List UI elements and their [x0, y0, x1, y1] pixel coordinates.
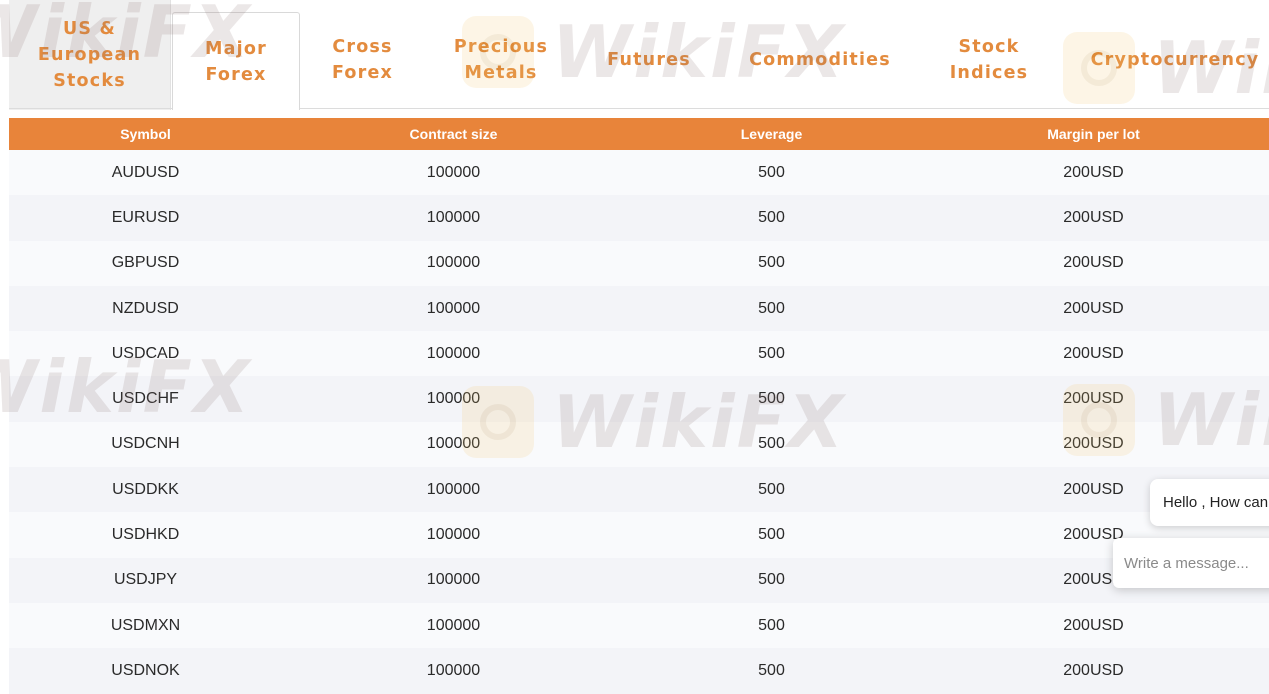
cell-margin-per-lot: 200USD — [1063, 208, 1124, 226]
cell-symbol: GBPUSD — [111, 254, 180, 272]
cell-leverage: 500 — [758, 163, 785, 181]
cell-symbol: USDMXN — [110, 616, 181, 634]
cell-symbol: NZDUSD — [112, 299, 179, 317]
table-body: AUDUSD 100000 500 200USD EURUSD 100000 500 200U… — [9, 150, 1269, 694]
cell-contract-size: 100000 — [426, 526, 481, 544]
cell-contract-size: 100000 — [426, 344, 481, 362]
cell-contract-size: 100000 — [426, 480, 481, 498]
cell-leverage: 500 — [758, 480, 785, 498]
header-margin-per-lot: Margin per lot — [1047, 126, 1140, 142]
cell-contract-size: 100000 — [426, 571, 481, 589]
cell-symbol: AUDUSD — [111, 163, 180, 181]
table-row: USDNOK 100000 500 200USD — [9, 648, 1269, 694]
chat-greeting-bubble[interactable]: Hello , How can — [1150, 479, 1269, 526]
tab-stock-indices[interactable]: Stock Indices — [934, 12, 1044, 108]
table-row: EURUSD 100000 500 200USD — [9, 195, 1269, 241]
cell-symbol: USDNOK — [111, 661, 180, 679]
cell-margin-per-lot: 200USD — [1063, 616, 1124, 634]
cell-leverage: 500 — [758, 344, 785, 362]
tab-futures[interactable]: Futures — [595, 12, 703, 108]
category-tabs: US & European Stocks Major Forex Cross F… — [9, 0, 1269, 110]
cell-margin-per-lot: 200USD — [1063, 254, 1124, 272]
cell-symbol: USDCHF — [112, 390, 179, 408]
cell-symbol: USDCAD — [111, 344, 180, 362]
cell-leverage: 500 — [758, 435, 785, 453]
cell-symbol: USDDKK — [112, 480, 179, 498]
tab-major-forex[interactable]: Major Forex — [172, 12, 300, 110]
table-header: Symbol Contract size Leverage Margin per… — [9, 118, 1269, 150]
cell-contract-size: 100000 — [426, 254, 481, 272]
table-row: USDJPY 100000 500 200USD — [9, 557, 1269, 603]
header-symbol: Symbol — [120, 126, 171, 142]
cell-leverage: 500 — [758, 254, 785, 272]
cell-symbol: USDHKD — [111, 526, 180, 544]
tab-cross-forex[interactable]: Cross Forex — [300, 12, 425, 108]
cell-leverage: 500 — [758, 661, 785, 679]
margin-table: Symbol Contract size Leverage Margin per… — [9, 118, 1269, 694]
cell-contract-size: 100000 — [426, 616, 481, 634]
table-row: USDMXN 100000 500 200USD — [9, 602, 1269, 649]
header-leverage: Leverage — [740, 126, 803, 142]
cell-contract-size: 100000 — [426, 661, 481, 679]
cell-symbol: EURUSD — [111, 208, 180, 226]
cell-contract-size: 100000 — [426, 208, 481, 226]
tab-precious-metals[interactable]: Precious Metals — [445, 12, 557, 108]
tab-commodities[interactable]: Commodities — [739, 12, 901, 108]
table-row: USDCNH 100000 500 200USD — [9, 421, 1269, 468]
cell-margin-per-lot: 200USD — [1063, 661, 1124, 679]
tab-cryptocurrency[interactable]: Cryptocurrency — [1089, 12, 1261, 108]
table-row: USDHKD 100000 500 200USD — [9, 512, 1269, 558]
cell-margin-per-lot: 200USD — [1063, 299, 1124, 317]
chat-message-input[interactable] — [1113, 538, 1269, 588]
cell-contract-size: 100000 — [426, 390, 481, 408]
table-row: USDDKK 100000 500 200USD — [9, 467, 1269, 513]
cell-symbol: USDJPY — [113, 571, 178, 589]
cell-contract-size: 100000 — [426, 163, 481, 181]
cell-leverage: 500 — [758, 390, 785, 408]
table-row: USDCAD 100000 500 200USD — [9, 331, 1269, 377]
cell-leverage: 500 — [758, 526, 785, 544]
cell-margin-per-lot: 200USD — [1063, 344, 1124, 362]
cell-leverage: 500 — [758, 299, 785, 317]
cell-margin-per-lot: 200USD — [1063, 163, 1124, 181]
cell-contract-size: 100000 — [426, 299, 481, 317]
table-row: NZDUSD 100000 500 200USD — [9, 285, 1269, 332]
table-row: AUDUSD 100000 500 200USD — [9, 150, 1269, 196]
cell-leverage: 500 — [758, 616, 785, 634]
cell-symbol: USDCNH — [111, 435, 180, 453]
table-row: GBPUSD 100000 500 200USD — [9, 240, 1269, 286]
cell-margin-per-lot: 200USD — [1063, 390, 1124, 408]
cell-leverage: 500 — [758, 208, 785, 226]
table-row: USDCHF 100000 500 200USD — [9, 376, 1269, 422]
header-contract-size: Contract size — [409, 126, 498, 142]
cell-contract-size: 100000 — [426, 435, 481, 453]
cell-leverage: 500 — [758, 571, 785, 589]
cell-margin-per-lot: 200USD — [1063, 435, 1124, 453]
tab-us-european-stocks[interactable]: US & European Stocks — [9, 0, 171, 110]
